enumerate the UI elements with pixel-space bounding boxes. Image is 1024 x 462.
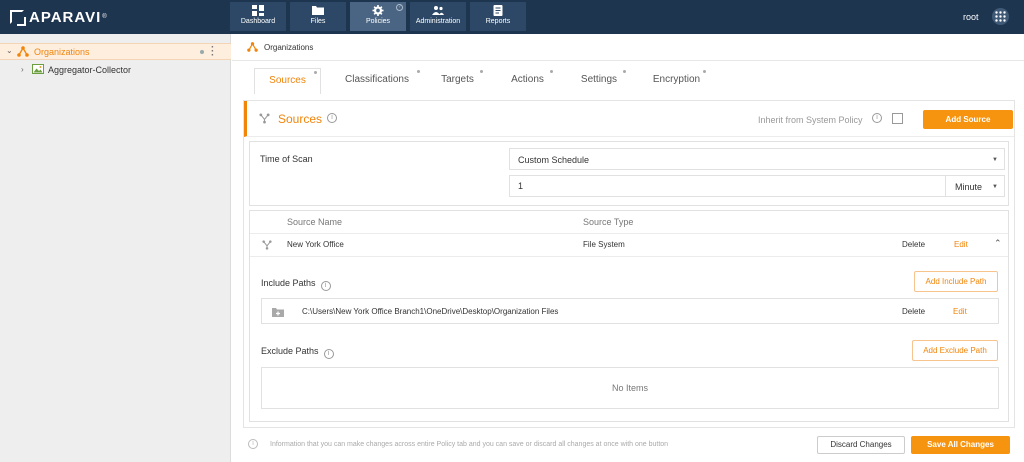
include-paths-text: Include Paths — [261, 278, 316, 288]
kebab-menu-icon[interactable]: · · · — [211, 43, 214, 61]
info-icon[interactable]: i — [327, 113, 337, 123]
delete-source-link[interactable]: Delete — [902, 240, 925, 249]
inherit-label: Inherit from System Policy — [758, 115, 863, 125]
info-icon: i — [248, 439, 258, 449]
add-include-path-button[interactable]: Add Include Path — [914, 271, 998, 292]
add-source-button[interactable]: Add Source — [923, 110, 1013, 129]
top-bar: APARAVI ® Dashboard Files ? Policies Admi… — [0, 0, 1024, 34]
interval-input[interactable] — [509, 175, 945, 197]
panel-title: Sources — [278, 112, 323, 126]
save-all-changes-button[interactable]: Save All Changes — [911, 436, 1010, 454]
delete-path-link[interactable]: Delete — [902, 307, 925, 316]
nav-administration-label: Administration — [415, 18, 461, 25]
exclude-paths-text: Exclude Paths — [261, 346, 319, 356]
tree-item-aggregator-collector[interactable]: › Aggregator-Collector — [0, 63, 231, 79]
tab-label: Sources — [269, 75, 306, 86]
time-of-scan-section: Time of Scan Custom Schedule ▼ Minute ▼ — [249, 141, 1009, 206]
info-icon[interactable]: i — [320, 281, 331, 291]
divider — [250, 256, 1008, 257]
apps-grid-icon — [995, 11, 1006, 22]
user-name[interactable]: root — [963, 12, 979, 22]
nav-reports-label: Reports — [485, 18, 511, 25]
reports-icon — [493, 5, 503, 16]
divider — [232, 60, 1024, 61]
caret-right-icon[interactable]: › — [21, 65, 24, 74]
brand-logo[interactable]: APARAVI ® — [10, 8, 108, 26]
interval-unit-value: Minute — [955, 182, 983, 192]
sources-table: Source Name Source Type New York Office … — [249, 210, 1009, 422]
column-header-source-type: Source Type — [583, 217, 634, 227]
discard-changes-button[interactable]: Discard Changes — [817, 436, 905, 454]
tree-item-organizations[interactable]: ⌄ Organizations · · · — [0, 43, 231, 61]
status-dot — [200, 50, 204, 54]
nav-policies-badge: ? — [396, 4, 403, 11]
time-of-scan-label: Time of Scan — [260, 154, 313, 164]
breadcrumb-label[interactable]: Organizations — [264, 43, 313, 52]
organization-icon — [247, 42, 258, 52]
panel-header: Sources i Inherit from System Policy i A… — [244, 101, 1014, 137]
edit-path-link[interactable]: Edit — [953, 307, 967, 316]
tree-item-label: Aggregator-Collector — [48, 65, 132, 75]
tab-label: Settings — [580, 74, 618, 85]
tree-item-label: Organizations — [34, 47, 90, 57]
brand-name: APARAVI — [29, 8, 102, 26]
tab-settings[interactable]: Settings — [569, 68, 629, 94]
source-name: New York Office — [287, 240, 344, 249]
sidebar-tree: ⌄ Organizations · · · › Aggregator-Collect… — [0, 34, 231, 462]
edit-source-link[interactable]: Edit — [954, 240, 968, 249]
source-icon — [262, 240, 272, 250]
tab-classifications[interactable]: Classifications — [331, 68, 423, 94]
schedule-value: Custom Schedule — [518, 155, 590, 165]
nav-dashboard-label: Dashboard — [240, 18, 276, 25]
organization-icon — [17, 46, 29, 57]
info-icon[interactable]: i — [323, 349, 334, 359]
sources-panel: Sources i Inherit from System Policy i A… — [243, 100, 1015, 428]
nav-reports[interactable]: Reports — [470, 2, 526, 31]
folder-icon — [312, 6, 324, 15]
nav-policies[interactable]: ? Policies — [350, 2, 406, 31]
aggregator-icon — [32, 64, 44, 74]
add-exclude-path-button[interactable]: Add Exclude Path — [912, 340, 998, 361]
nav-files-label: Files — [310, 18, 326, 25]
exclude-paths-label: Exclude Paths i — [261, 346, 334, 359]
include-paths-label: Include Paths i — [261, 278, 331, 291]
gear-icon — [372, 5, 384, 16]
tab-label: Classifications — [345, 74, 409, 85]
tab-actions[interactable]: Actions — [499, 68, 556, 94]
brand-logo-icon — [10, 10, 26, 26]
nav-files[interactable]: Files — [290, 2, 346, 31]
tab-sources[interactable]: Sources — [254, 68, 321, 94]
list-item[interactable]: C:\Users\New York Office Branch1\OneDriv… — [261, 298, 999, 324]
interval-unit-select[interactable]: Minute ▼ — [945, 175, 1005, 197]
chevron-down-icon: ▼ — [992, 184, 998, 190]
users-icon — [432, 6, 444, 15]
nav-administration[interactable]: Administration — [410, 2, 466, 31]
apps-grid-button[interactable] — [992, 8, 1009, 25]
source-icon — [259, 113, 270, 124]
column-header-source-name: Source Name — [287, 217, 343, 227]
tab-encryption[interactable]: Encryption — [644, 68, 709, 94]
inherit-checkbox[interactable] — [892, 113, 903, 124]
tab-label: Actions — [511, 74, 544, 85]
footer-info-text: Information that you can make changes ac… — [270, 440, 669, 448]
table-row[interactable]: New York Office File System Delete Edit … — [250, 234, 1008, 256]
folder-add-icon — [272, 308, 284, 317]
footer-info: i Information that you can make changes … — [248, 439, 668, 449]
tab-label: Encryption — [652, 74, 701, 85]
tab-targets[interactable]: Targets — [429, 68, 486, 94]
tab-label: Targets — [441, 74, 474, 85]
chevron-down-icon: ▼ — [992, 157, 998, 163]
nav-dashboard[interactable]: Dashboard — [230, 2, 286, 31]
source-type: File System — [583, 240, 625, 249]
nav-policies-label: Policies — [365, 18, 391, 25]
dashboard-icon — [252, 5, 264, 16]
caret-down-icon[interactable]: ⌄ — [6, 46, 13, 55]
chevron-up-icon[interactable]: ⌃ — [994, 238, 1002, 249]
include-path-value: C:\Users\New York Office Branch1\OneDriv… — [302, 307, 559, 316]
breadcrumb: Organizations — [247, 40, 313, 54]
info-icon[interactable]: i — [872, 113, 882, 123]
schedule-select[interactable]: Custom Schedule ▼ — [509, 148, 1005, 170]
empty-state: No Items — [261, 367, 999, 409]
